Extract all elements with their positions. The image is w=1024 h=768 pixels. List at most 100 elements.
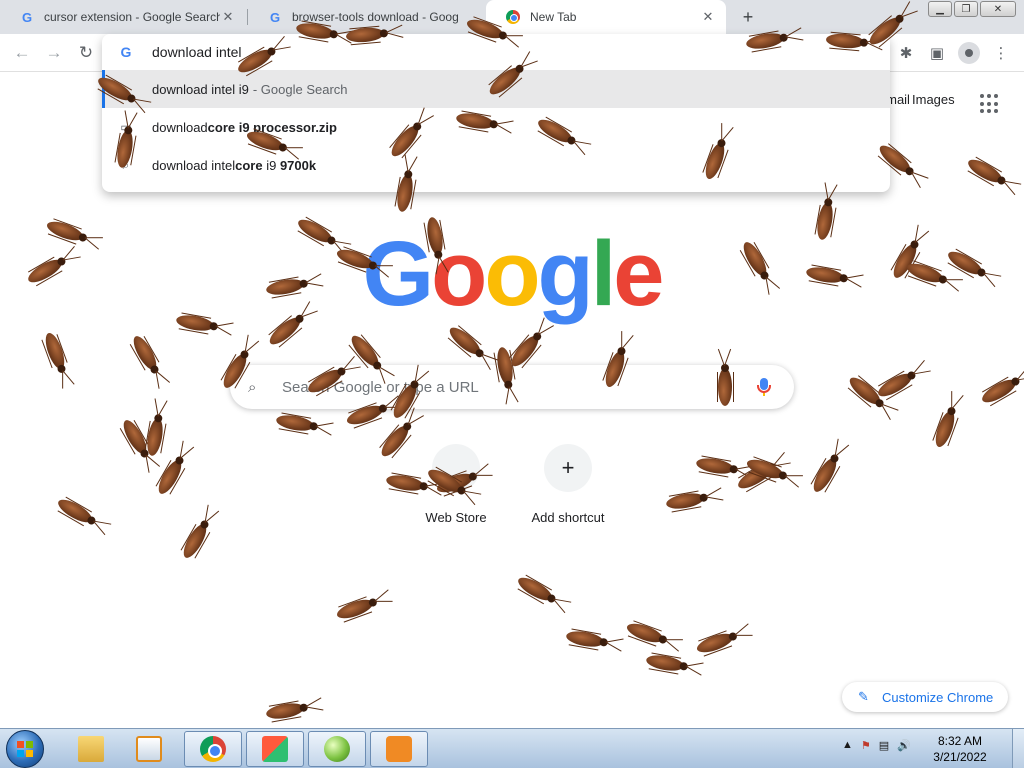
tab-title: New Tab — [530, 10, 577, 24]
volume-icon[interactable]: 🔊 — [897, 739, 911, 752]
cockroach-icon — [958, 149, 1022, 196]
suggestion-bold: 9700k — [279, 157, 317, 173]
tray-expand-icon[interactable]: ▲ — [842, 739, 853, 752]
logo-letter: l — [590, 222, 617, 325]
taskbar-app-orange[interactable] — [370, 731, 428, 767]
logo-letter: G — [362, 222, 435, 325]
cockroach-icon — [972, 365, 1024, 413]
clock-time: 8:32 AM — [937, 734, 983, 748]
cockroach-icon — [558, 624, 624, 654]
menu-icon[interactable]: ⋮ — [990, 42, 1012, 64]
customize-chrome-button[interactable]: ✎ Customize Chrome — [842, 682, 1008, 712]
cockroach-icon — [168, 308, 234, 338]
tab-strip: G cursor extension - Google Search ✕ G b… — [0, 0, 1024, 34]
suggestion-item[interactable]: ⌕ download intel core i9 9700k — [102, 146, 890, 184]
cockroach-icon — [288, 209, 352, 256]
google-g-icon: G — [269, 9, 281, 25]
suggestion-item[interactable]: ▭ download core i9 processor.zip — [102, 108, 890, 146]
cockroach-icon — [259, 301, 318, 356]
side-panel-icon[interactable]: ▣ — [926, 42, 948, 64]
taskbar-app-ball[interactable] — [308, 731, 366, 767]
reload-button[interactable]: ↻ — [74, 41, 98, 65]
extensions-icon[interactable]: ✱ — [895, 42, 917, 64]
plus-icon: + — [544, 444, 592, 492]
address-bar[interactable]: G download intel — [102, 34, 890, 70]
network-icon[interactable]: ▤ — [879, 739, 889, 752]
taskbar-explorer[interactable] — [62, 731, 120, 767]
chrome-icon — [506, 10, 520, 24]
cockroach-icon — [18, 245, 81, 293]
suggestion-bold: core — [235, 157, 263, 173]
show-desktop-button[interactable] — [1012, 729, 1024, 768]
google-apps-icon[interactable] — [980, 94, 1000, 114]
search-input[interactable]: Search Google or type a URL — [282, 379, 754, 396]
close-window-button[interactable]: ✕ — [980, 1, 1016, 17]
cockroach-icon — [738, 450, 803, 488]
search-icon: ⌕ — [248, 378, 257, 396]
cockroach-icon — [798, 260, 864, 290]
chrome-icon — [200, 736, 226, 762]
tab-cursor-extension[interactable]: G cursor extension - Google Search ✕ — [0, 0, 246, 34]
tab-search-icon[interactable]: ⌄ — [896, 9, 912, 25]
cockroach-icon — [803, 438, 850, 502]
app-squares-icon — [262, 736, 288, 762]
cockroach-icon — [898, 254, 963, 292]
taskbar-app-squares[interactable] — [246, 731, 304, 767]
tab-close-icon[interactable]: ✕ — [700, 9, 716, 25]
cockroach-icon — [113, 410, 161, 473]
cockroach-icon — [173, 504, 220, 568]
cockroach-icon — [883, 224, 930, 288]
taskbar-media-player[interactable] — [120, 731, 178, 767]
microphone-icon[interactable] — [754, 377, 774, 397]
cockroach-icon — [733, 232, 781, 295]
logo-letter: o — [484, 222, 540, 325]
google-g-icon: G — [120, 44, 132, 60]
maximize-button[interactable]: ❐ — [954, 1, 978, 17]
cockroach-icon — [938, 241, 1002, 288]
windows-taskbar: ▲ ⚑ ▤ 🔊 8:32 AM 3/21/2022 — [0, 728, 1024, 768]
cockroach-icon — [258, 696, 324, 726]
cockroach-icon — [508, 567, 572, 614]
start-button[interactable] — [6, 730, 44, 768]
shortcut-add[interactable]: + Add shortcut — [512, 440, 624, 530]
suggestion-text: download intel — [152, 157, 236, 173]
cockroach-icon — [36, 324, 75, 389]
shortcut-web-store[interactable]: Web Store — [400, 440, 512, 530]
new-tab-button[interactable]: + — [738, 7, 758, 27]
cockroach-icon — [148, 440, 195, 504]
tab-browser-tools[interactable]: G browser-tools download - Goog — [248, 0, 484, 34]
cockroach-icon — [328, 589, 393, 628]
taskbar-clock[interactable]: 8:32 AM 3/21/2022 — [930, 733, 990, 765]
ntp-search-box[interactable]: ⌕ Search Google or type a URL — [230, 365, 794, 409]
back-button[interactable]: ← — [10, 41, 34, 65]
minimize-button[interactable]: ▁ — [928, 1, 952, 17]
app-orange-icon — [386, 736, 412, 762]
system-tray: ▲ ⚑ ▤ 🔊 — [842, 739, 911, 752]
profile-avatar[interactable] — [958, 42, 980, 64]
address-bar-text[interactable]: download intel — [152, 44, 242, 60]
shortcut-label: Web Store — [425, 510, 487, 525]
suggestion-mid: i9 — [262, 157, 280, 173]
windows-explorer-icon — [78, 736, 104, 762]
suggestion-item[interactable]: download intel i9 - Google Search — [102, 70, 890, 108]
taskbar-chrome[interactable] — [184, 731, 242, 767]
cockroach-icon — [258, 272, 324, 302]
images-link[interactable]: Images — [912, 92, 955, 107]
cockroach-icon — [658, 486, 724, 516]
cockroach-icon — [38, 212, 103, 250]
cockroach-icon — [48, 489, 112, 536]
suggestion-bold: core i9 processor.zip — [207, 119, 337, 135]
search-icon: ⌕ — [122, 157, 130, 172]
tab-close-icon[interactable]: ✕ — [220, 9, 236, 25]
cockroach-icon — [688, 623, 753, 662]
cockroach-icon — [728, 451, 791, 499]
cockroach-icon — [839, 367, 899, 420]
app-ball-icon — [324, 736, 350, 762]
tab-new-tab[interactable]: New Tab ✕ — [486, 0, 726, 34]
action-center-icon[interactable]: ⚑ — [861, 739, 871, 752]
logo-letter: g — [537, 222, 594, 325]
suggestion-text: download intel i9 — [152, 81, 249, 97]
media-player-icon — [136, 736, 162, 762]
forward-button[interactable]: → — [42, 41, 66, 65]
pencil-icon: ✎ — [858, 689, 869, 704]
